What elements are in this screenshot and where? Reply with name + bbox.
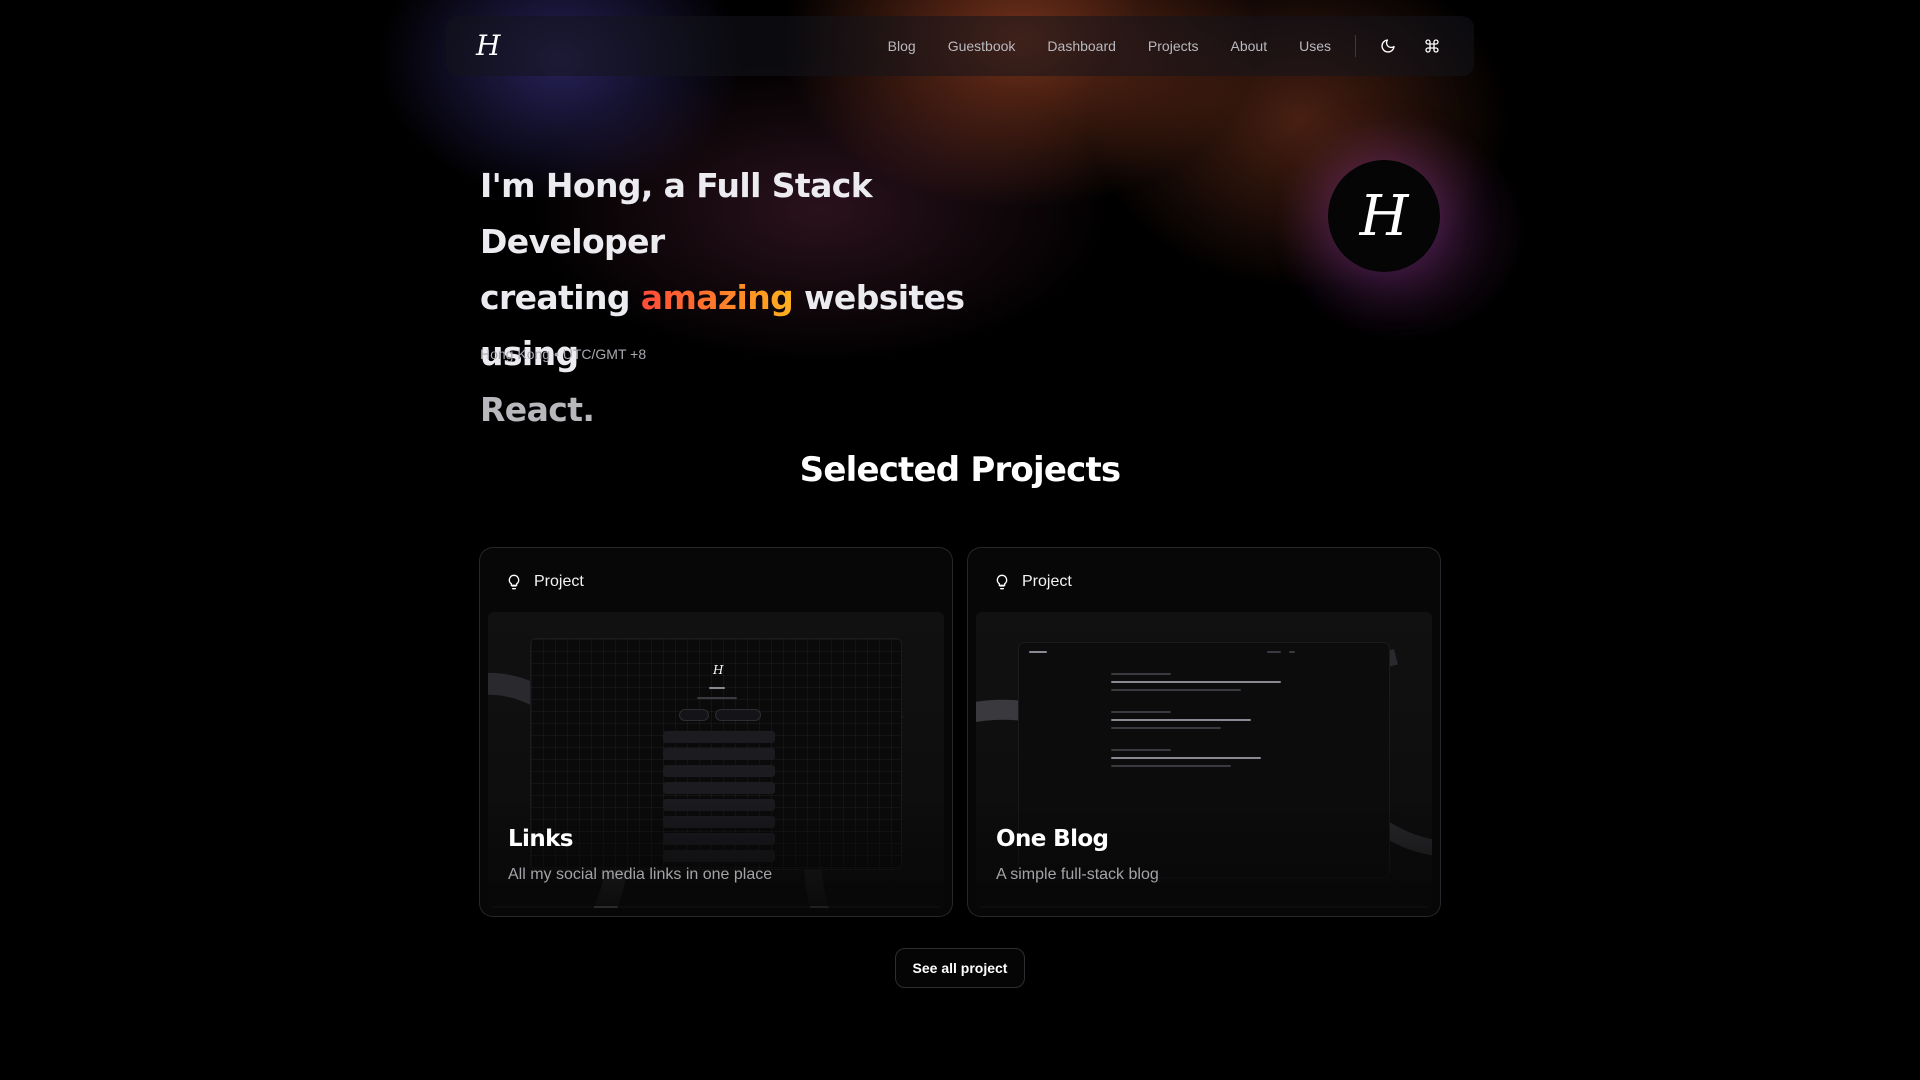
nav-link-dashboard[interactable]: Dashboard [1047, 38, 1116, 54]
card-description: All my social media links in one place [508, 866, 773, 883]
preview-post-desc [1111, 727, 1221, 729]
hero-line-3: React. [480, 390, 595, 429]
command-menu-button[interactable] [1420, 34, 1444, 58]
section-title: Selected Projects [799, 450, 1122, 490]
preview-post-title [1111, 757, 1261, 759]
card-tag: Project [994, 573, 1072, 591]
card-tag-label: Project [1022, 573, 1072, 590]
lightbulb-icon [994, 574, 1010, 590]
hero-highlight: amazing [640, 278, 794, 317]
preview-post-title [1111, 719, 1251, 721]
location-text: Hong Kong • UTC/GMT +8 [480, 346, 647, 362]
hero-heading: I'm Hong, a Full Stack Developer creatin… [480, 158, 1040, 438]
nav-link-uses[interactable]: Uses [1299, 38, 1331, 54]
lightbulb-icon [506, 574, 522, 590]
preview-nav [1267, 651, 1281, 653]
moon-icon [1381, 39, 1395, 53]
nav-divider [1355, 35, 1356, 57]
preview-pill [715, 709, 761, 721]
theme-toggle-button[interactable] [1376, 34, 1400, 58]
nav-link-about[interactable]: About [1231, 38, 1268, 54]
nav-link-guestbook[interactable]: Guestbook [948, 38, 1016, 54]
site-logo[interactable]: H [476, 32, 500, 60]
project-card-one-blog[interactable]: Project One Blog A simple full-stack blo… [967, 547, 1441, 917]
preview-pill [679, 709, 709, 721]
hero-line-1: I'm Hong, a Full Stack Developer [480, 166, 873, 261]
preview-nav [1289, 651, 1295, 653]
nav-link-blog[interactable]: Blog [888, 38, 916, 54]
preview-link-button [663, 782, 775, 794]
preview-post-meta [1111, 673, 1171, 675]
preview-subtitle [697, 697, 737, 699]
avatar: H [1328, 160, 1440, 272]
project-card-links[interactable]: Project H Links All my social media link… [479, 547, 953, 917]
preview-post-meta [1111, 749, 1171, 751]
preview-link-button [663, 748, 775, 760]
preview-link-button [663, 765, 775, 777]
avatar-logo: H [1359, 183, 1409, 249]
preview-post-desc [1111, 689, 1241, 691]
preview-post-title [1111, 681, 1281, 683]
site-header: H Blog Guestbook Dashboard Projects Abou… [446, 16, 1474, 76]
preview-site-title [1029, 651, 1047, 653]
card-title: One Blog [996, 826, 1109, 852]
card-description: A simple full-stack blog [996, 866, 1159, 883]
nav-link-projects[interactable]: Projects [1148, 38, 1199, 54]
preview-post-meta [1111, 711, 1171, 713]
preview-post-desc [1111, 765, 1231, 767]
command-icon [1425, 39, 1439, 53]
card-tag-label: Project [534, 573, 584, 590]
hero-line-2-start: creating [480, 278, 641, 317]
card-title: Links [508, 826, 574, 852]
preview-logo: H [713, 663, 724, 677]
preview-link-button [663, 731, 775, 743]
preview-name [709, 687, 725, 689]
main-nav: Blog Guestbook Dashboard Projects About … [856, 34, 1444, 58]
see-all-projects-button[interactable]: See all project [895, 948, 1025, 988]
card-tag: Project [506, 573, 584, 591]
